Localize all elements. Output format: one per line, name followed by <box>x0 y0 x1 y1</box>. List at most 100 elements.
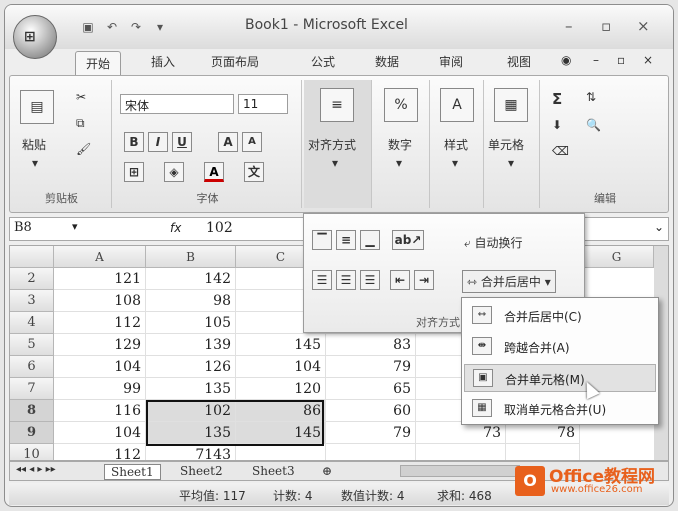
row-header[interactable]: 10 <box>10 444 54 460</box>
format-painter-icon[interactable]: 🖌 <box>76 142 91 156</box>
minimize-button[interactable]: – <box>565 17 573 35</box>
row-header[interactable]: 6 <box>10 356 54 378</box>
underline-button[interactable]: U <box>172 132 192 152</box>
grid-cell[interactable]: 104 <box>54 356 146 378</box>
alignment-group[interactable]: ≡ 对齐方式 ▾ <box>304 80 372 208</box>
grid-cell[interactable]: 116 <box>54 400 146 422</box>
tab-review[interactable]: 审阅 <box>439 53 463 70</box>
sheet-tab-3[interactable]: Sheet3 <box>252 464 295 478</box>
sheet-nav-icons[interactable]: ◂◂ ◂ ▸ ▸▸ <box>16 464 56 475</box>
paste-button-label[interactable]: 粘贴 <box>22 136 46 153</box>
grid-cell[interactable]: 79 <box>326 356 416 378</box>
grid-cell[interactable]: 145 <box>236 422 326 444</box>
styles-group[interactable]: A 样式 ▾ <box>432 80 484 208</box>
borders-icon[interactable]: ⊞ <box>124 162 144 182</box>
align-left-icon[interactable]: ☰ <box>312 270 332 290</box>
font-color-icon[interactable]: A <box>204 162 224 182</box>
grid-cell[interactable]: 86 <box>236 400 326 422</box>
cut-icon[interactable]: ✂ <box>76 90 86 104</box>
grid-cell[interactable]: 139 <box>146 334 236 356</box>
copy-icon[interactable]: ⧉ <box>76 116 85 131</box>
row-header[interactable]: 2 <box>10 268 54 290</box>
column-header-a[interactable]: A <box>54 246 146 268</box>
shrink-font-button[interactable]: A <box>242 132 262 152</box>
expand-formula-bar-icon[interactable]: ⌄ <box>654 220 664 234</box>
find-select-icon[interactable]: 🔍 <box>586 118 601 132</box>
tab-data[interactable]: 数据 <box>375 53 399 70</box>
tab-formulas[interactable]: 公式 <box>311 53 335 70</box>
grid-cell[interactable]: 7143 <box>146 444 236 460</box>
merge-center-button[interactable]: ⇿ 合并后居中 ▾ <box>462 270 556 293</box>
sheet-tab-1[interactable]: Sheet1 <box>104 464 161 480</box>
redo-icon[interactable]: ↷ <box>127 19 145 35</box>
merge-across-item[interactable]: ⇹ 跨越合并(A) <box>464 333 656 361</box>
ribbon-minimize-icon[interactable]: – <box>593 53 599 67</box>
maximize-button[interactable]: ▫ <box>601 17 611 35</box>
grid-cell[interactable]: 102 <box>146 400 236 422</box>
office-button[interactable]: ⊞ <box>13 15 57 59</box>
clear-icon[interactable]: ⌫ <box>552 144 569 158</box>
grid-cell[interactable]: 60 <box>326 400 416 422</box>
wrap-text-button[interactable]: ⤶ 自动换行 <box>464 234 523 251</box>
bold-button[interactable]: B <box>124 132 144 152</box>
grid-cell[interactable]: 135 <box>146 378 236 400</box>
tab-insert[interactable]: 插入 <box>151 53 175 70</box>
ribbon-restore-icon[interactable]: ▫ <box>617 53 625 67</box>
row-header[interactable]: 7 <box>10 378 54 400</box>
decrease-indent-icon[interactable]: ⇤ <box>390 270 410 290</box>
align-bottom-icon[interactable]: ▁ <box>360 230 380 250</box>
row-header[interactable]: 8 <box>10 400 54 422</box>
grid-cell[interactable]: 126 <box>146 356 236 378</box>
grid-cell[interactable]: 65 <box>326 378 416 400</box>
grid-cell[interactable]: 135 <box>146 422 236 444</box>
grid-cell[interactable]: 120 <box>236 378 326 400</box>
row-header[interactable]: 5 <box>10 334 54 356</box>
grid-cell[interactable] <box>326 444 416 460</box>
paste-icon[interactable]: ▤ <box>20 90 54 124</box>
italic-button[interactable]: I <box>148 132 168 152</box>
horizontal-scrollbar[interactable] <box>400 465 520 477</box>
grid-cell[interactable]: 145 <box>236 334 326 356</box>
save-icon[interactable]: ▣ <box>79 19 97 35</box>
undo-icon[interactable]: ↶ <box>103 19 121 35</box>
insert-sheet-icon[interactable]: ⊕ <box>322 464 332 478</box>
merge-dropdown-icon[interactable]: ▾ <box>545 275 551 289</box>
align-top-icon[interactable]: ▔ <box>312 230 332 250</box>
name-box[interactable]: B8 <box>14 220 32 235</box>
autosum-button[interactable]: Σ <box>552 90 562 108</box>
font-size-select[interactable]: 11 <box>238 94 288 114</box>
row-header[interactable]: 4 <box>10 312 54 334</box>
formula-input[interactable]: 102 <box>206 220 233 236</box>
ribbon-close-icon[interactable]: × <box>643 53 653 67</box>
fill-color-icon[interactable]: ◈ <box>164 162 184 182</box>
grid-cell[interactable] <box>236 444 326 460</box>
merge-cells-item[interactable]: ▣ 合并单元格(M) <box>464 364 656 392</box>
column-header-g[interactable]: G <box>580 246 654 268</box>
font-name-select[interactable]: 宋体 <box>120 94 234 114</box>
unmerge-cells-item[interactable]: ▦ 取消单元格合并(U) <box>464 395 656 423</box>
select-all-corner[interactable] <box>10 246 54 268</box>
tab-page-layout[interactable]: 页面布局 <box>211 53 259 70</box>
grid-cell[interactable]: 83 <box>326 334 416 356</box>
grid-cell[interactable]: 99 <box>54 378 146 400</box>
merge-center-item[interactable]: ⇿ 合并后居中(C) <box>464 302 656 330</box>
grid-cell[interactable]: 104 <box>54 422 146 444</box>
phonetic-icon[interactable]: 文 <box>244 162 264 182</box>
row-header[interactable]: 9 <box>10 422 54 444</box>
grid-cell[interactable]: 73 <box>416 422 506 444</box>
grow-font-button[interactable]: A <box>218 132 238 152</box>
cells-group[interactable]: ▦ 单元格 ▾ <box>486 80 540 208</box>
grid-cell[interactable]: 142 <box>146 268 236 290</box>
grid-cell[interactable]: 121 <box>54 268 146 290</box>
close-button[interactable]: × <box>637 17 650 35</box>
column-header-b[interactable]: B <box>146 246 236 268</box>
tab-home[interactable]: 开始 <box>75 51 122 75</box>
row-header[interactable]: 3 <box>10 290 54 312</box>
align-center-icon[interactable]: ☰ <box>336 270 356 290</box>
fx-icon[interactable]: fx <box>170 221 181 235</box>
customize-qat-icon[interactable]: ▾ <box>151 19 169 35</box>
grid-cell[interactable]: 79 <box>326 422 416 444</box>
name-box-dropdown-icon[interactable]: ▾ <box>72 220 78 233</box>
grid-cell[interactable]: 108 <box>54 290 146 312</box>
grid-cell[interactable]: 129 <box>54 334 146 356</box>
